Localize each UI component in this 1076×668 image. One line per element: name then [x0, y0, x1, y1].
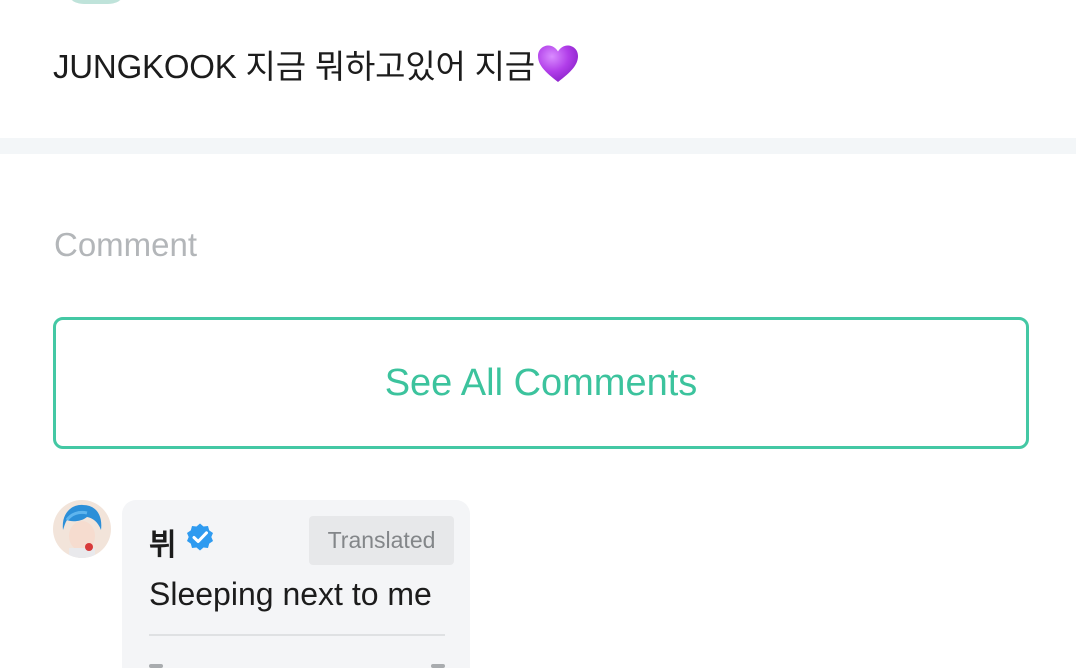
post-text: JUNGKOOK 지금 뭐하고있어 지금 — [53, 48, 535, 85]
post-body: JUNGKOOK 지금 뭐하고있어 지금 — [53, 40, 580, 88]
see-all-comments-button[interactable]: See All Comments — [53, 317, 1029, 449]
comment-bubble: 뷔 Translated Sleeping next to me — [122, 500, 470, 668]
comment-text: Sleeping next to me — [149, 576, 432, 612]
comment-author-name[interactable]: 뷔 — [149, 520, 177, 564]
post-author-avatar[interactable] — [62, 0, 130, 4]
comment-divider — [149, 634, 445, 636]
commenter-avatar[interactable] — [53, 500, 111, 558]
comments-heading: Comment — [54, 226, 198, 263]
translated-badge[interactable]: Translated — [309, 516, 454, 565]
toggle-left-mark — [149, 664, 163, 668]
post-detail-page: JUNGKOOK 지금 뭐하고있어 지금 Comment See All Com… — [0, 0, 1076, 668]
toggle-right-mark — [431, 664, 445, 668]
see-original-toggle[interactable] — [149, 656, 445, 668]
section-divider — [0, 138, 1076, 154]
purple-heart-icon — [537, 45, 578, 82]
verified-badge-icon — [187, 523, 213, 551]
